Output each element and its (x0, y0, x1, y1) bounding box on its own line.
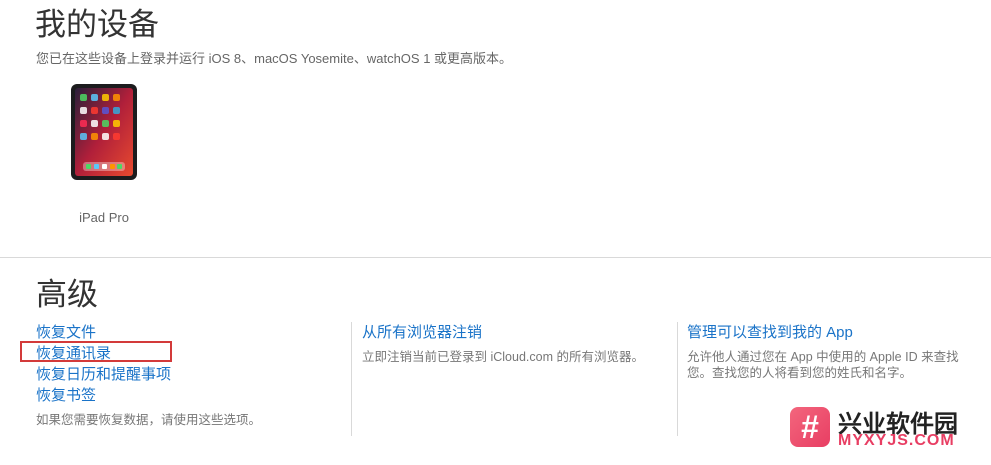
manage-find-me-apps-link[interactable]: 管理可以查找到我的 App (687, 322, 987, 343)
restore-files-link[interactable]: 恢复文件 (36, 322, 261, 343)
restore-options-description: 如果您需要恢复数据，请使用这些选项。 (36, 413, 262, 427)
restore-options-column: 恢复文件 恢复通讯录 恢复日历和提醒事项 恢复书签 如果您需要恢复数据，请使用这… (36, 322, 261, 428)
restore-calendars-reminders-link[interactable]: 恢复日历和提醒事项 (36, 364, 261, 385)
restore-bookmarks-link[interactable]: 恢复书签 (36, 385, 261, 406)
ipad-pro-image (69, 82, 139, 182)
section-divider (0, 257, 991, 258)
site-watermark: # 兴业软件园 MYXYJS.COM (786, 404, 986, 460)
sign-out-all-browsers-link[interactable]: 从所有浏览器注销 (362, 322, 672, 343)
manage-find-apps-description: 允许他人通过您在 App 中使用的 Apple ID 来查找您。查找您的人将看到… (687, 350, 959, 380)
advanced-title: 高级 (36, 277, 98, 312)
manage-find-apps-column: 管理可以查找到我的 App 允许他人通过您在 App 中使用的 Apple ID… (687, 322, 987, 381)
column-divider (677, 322, 678, 436)
device-label: iPad Pro (79, 210, 129, 225)
sign-out-browsers-description: 立即注销当前已登录到 iCloud.com 的所有浏览器。 (362, 350, 644, 364)
watermark-logo-icon: # (790, 407, 830, 447)
my-devices-subtitle: 您已在这些设备上登录并运行 iOS 8、macOS Yosemite、watch… (36, 51, 513, 66)
my-devices-title: 我的设备 (35, 7, 159, 42)
device-ipad-pro[interactable]: iPad Pro (60, 82, 148, 225)
column-divider (351, 322, 352, 436)
restore-contacts-link[interactable]: 恢复通讯录 (36, 343, 261, 364)
watermark-en-text: MYXYJS.COM (838, 432, 955, 449)
sign-out-browsers-column: 从所有浏览器注销 立即注销当前已登录到 iCloud.com 的所有浏览器。 (362, 322, 672, 365)
